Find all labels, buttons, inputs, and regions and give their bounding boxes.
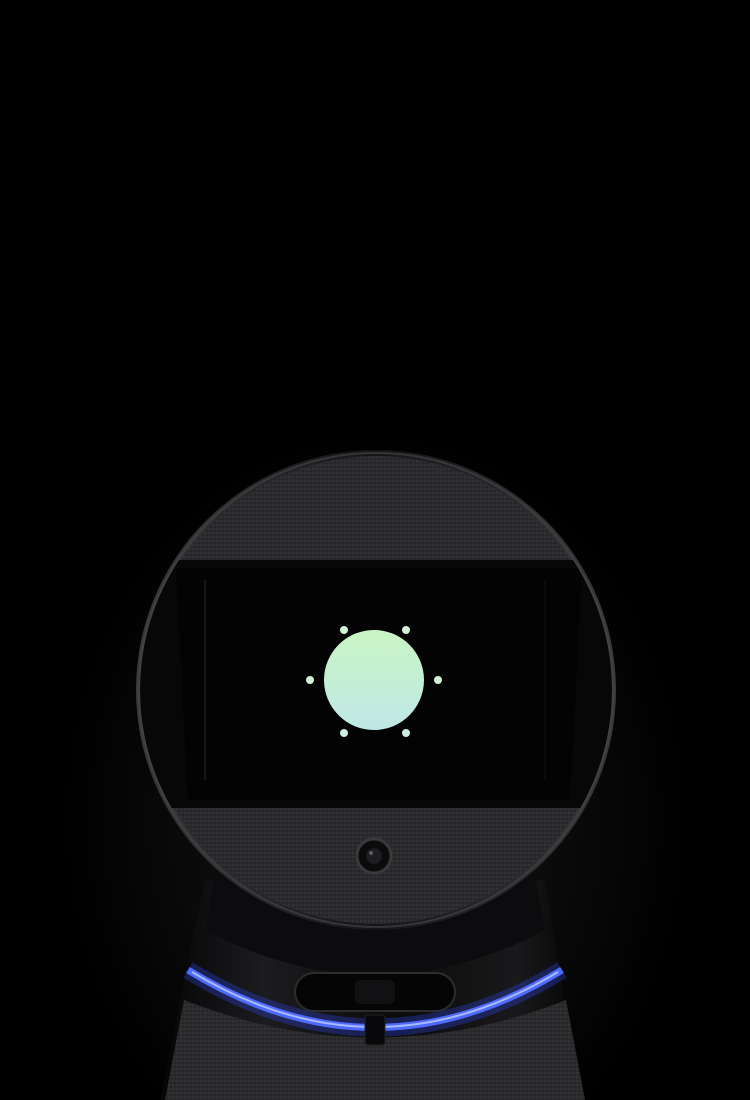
camera-lens [355, 837, 393, 875]
product-photo [0, 0, 750, 1100]
robot-illustration [136, 450, 616, 1100]
